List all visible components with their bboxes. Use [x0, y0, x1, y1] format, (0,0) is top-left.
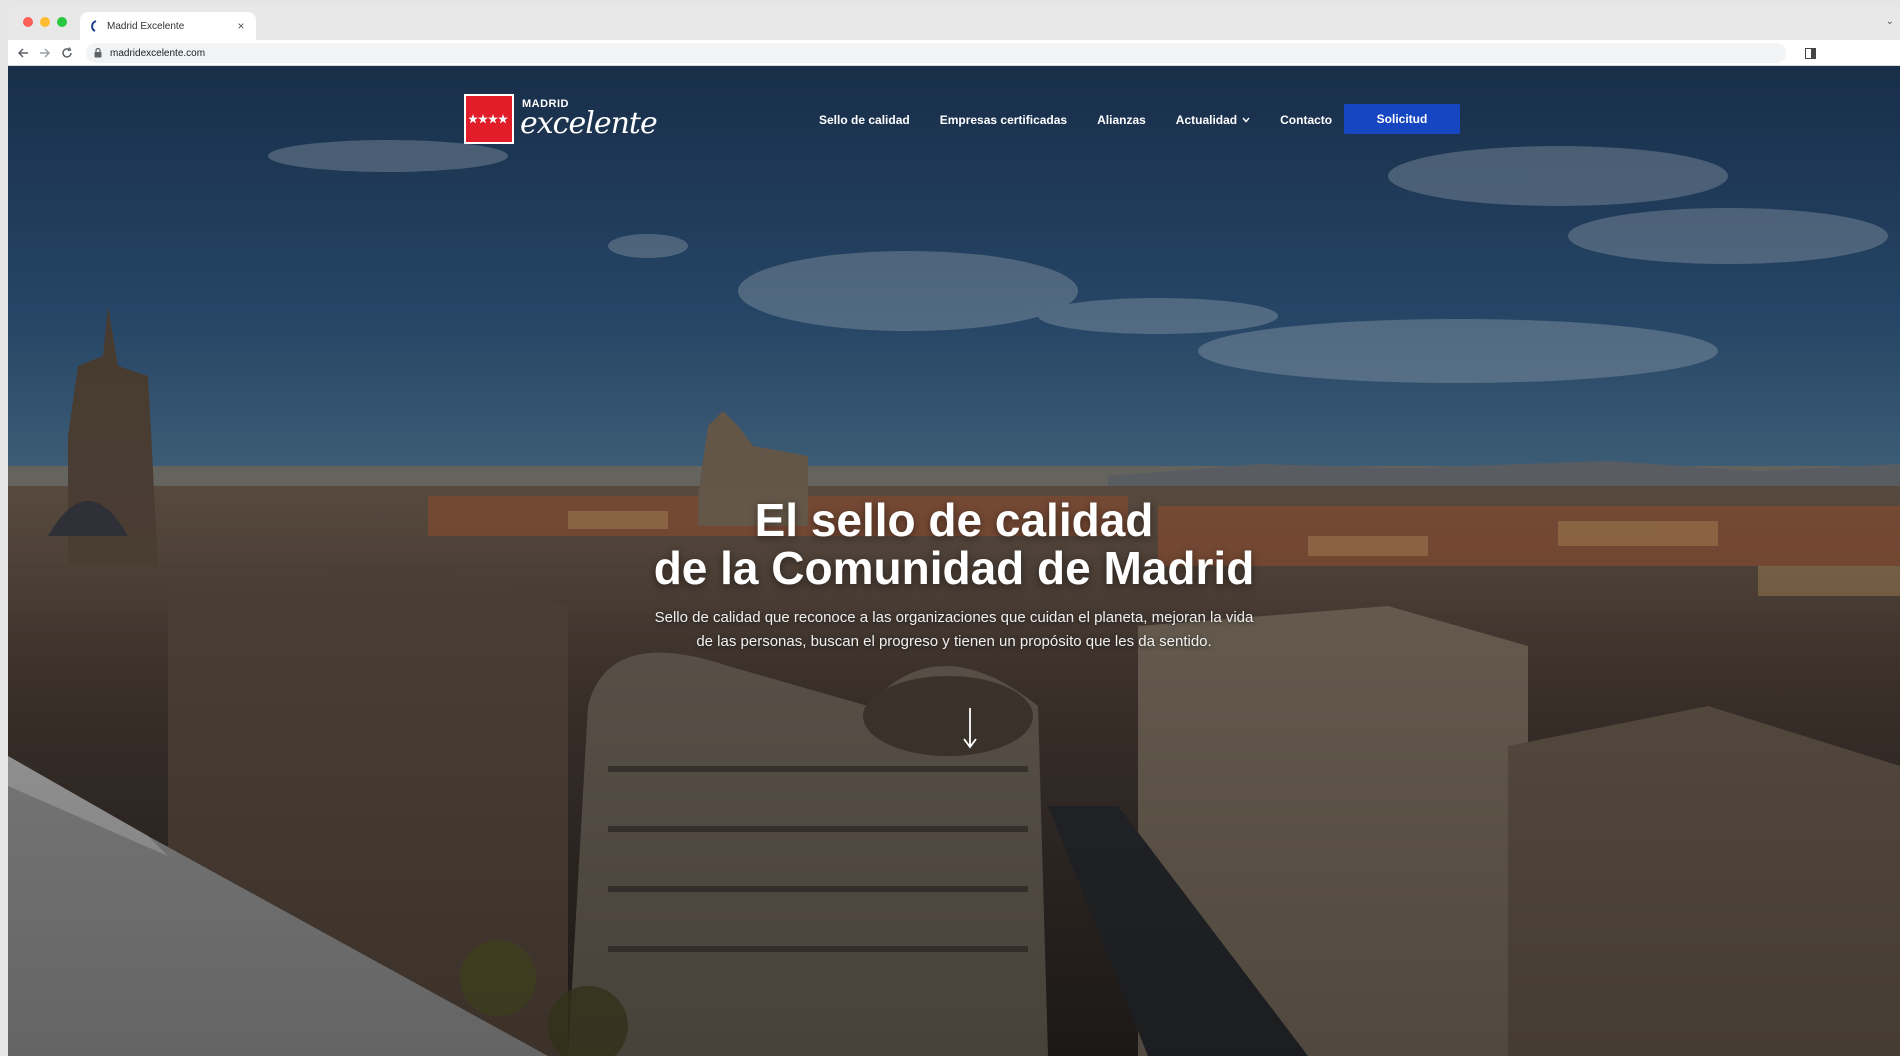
nav-sello-de-calidad[interactable]: Sello de calidad	[819, 113, 910, 127]
site-header: MADRID excelente Sello de calidad Empres…	[8, 66, 1900, 156]
hero-section: El sello de calidad de la Comunidad de M…	[8, 496, 1900, 654]
tab-madrid-excelente[interactable]: Madrid Excelente ×	[80, 12, 256, 40]
nav-label: Actualidad	[1175, 113, 1238, 127]
madrid-flag-icon	[464, 94, 514, 144]
tab-close-icon[interactable]: ×	[234, 19, 248, 33]
nav-alianzas[interactable]: Alianzas	[1097, 113, 1146, 127]
address-bar[interactable]: madridexcelente.com	[86, 43, 1786, 63]
minimize-window-button[interactable]	[40, 17, 50, 27]
hero-title: El sello de calidad de la Comunidad de M…	[8, 496, 1900, 592]
main-nav: Sello de calidad Empresas certificadas A…	[819, 107, 1362, 133]
tab-title: Madrid Excelente	[107, 20, 185, 32]
logo-wordmark: MADRID excelente	[520, 94, 658, 144]
nav-label: Empresas certificadas	[939, 113, 1068, 127]
reload-icon[interactable]	[58, 44, 76, 62]
nav-empresas-certificadas[interactable]: Empresas certificadas	[940, 113, 1067, 127]
tab-search-icon[interactable]: ⌄	[1886, 16, 1894, 27]
side-panel-icon[interactable]	[1802, 45, 1818, 61]
url-text[interactable]: madridexcelente.com	[110, 48, 205, 59]
browser-toolbar: madridexcelente.com	[8, 40, 1900, 66]
forward-icon[interactable]	[36, 44, 54, 62]
page-viewport: MADRID excelente Sello de calidad Empres…	[8, 66, 1900, 1056]
arrow-down-icon[interactable]	[958, 706, 982, 752]
hero-title-line-1: El sello de calidad	[754, 494, 1154, 546]
close-window-button[interactable]	[23, 17, 33, 27]
browser-window: Madrid Excelente × ⌄ madridexcelente.com	[8, 6, 1900, 1056]
chevron-down-icon	[1242, 117, 1250, 123]
tab-strip: Madrid Excelente × ⌄	[8, 6, 1900, 40]
madrid-excelente-logo[interactable]: MADRID excelente	[464, 93, 658, 145]
nav-label: Contacto	[1280, 113, 1333, 127]
hero-title-line-2: de la Comunidad de Madrid	[653, 542, 1255, 594]
nav-label: Sello de calidad	[819, 113, 910, 127]
nav-actualidad[interactable]: Actualidad	[1176, 113, 1250, 127]
back-icon[interactable]	[14, 44, 32, 62]
nav-contacto[interactable]: Contacto	[1280, 113, 1332, 127]
solicitud-button[interactable]: Solicitud	[1344, 104, 1460, 134]
maximize-window-button[interactable]	[57, 17, 67, 27]
nav-label: Alianzas	[1097, 113, 1146, 127]
window-controls	[23, 17, 67, 27]
logo-excelente-text: excelente	[520, 106, 658, 141]
lock-icon[interactable]	[94, 48, 104, 58]
hero-subtitle: Sello de calidad que reconoce a las orga…	[654, 609, 1254, 650]
site-favicon-icon	[88, 20, 100, 32]
